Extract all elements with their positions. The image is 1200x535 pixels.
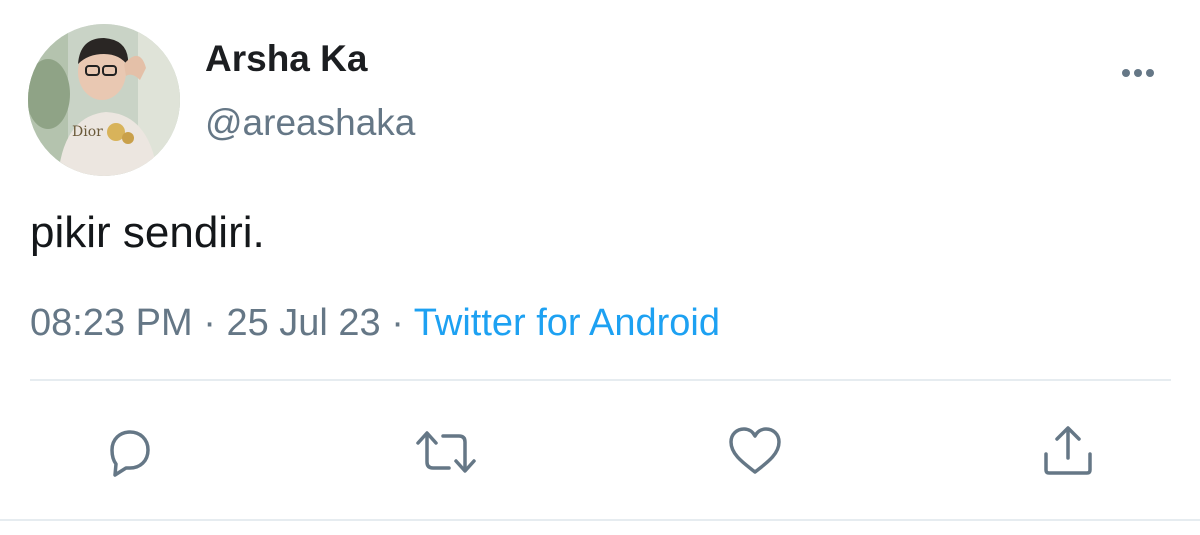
author-handle[interactable]: @areashaka: [205, 102, 415, 144]
share-icon: [1044, 426, 1092, 475]
share-button[interactable]: [1040, 424, 1096, 480]
avatar-image: Dior: [28, 24, 180, 176]
tweet-time: 08:23 PM: [30, 302, 193, 344]
heart-icon: [729, 427, 781, 474]
divider: [30, 379, 1171, 381]
like-button[interactable]: [727, 424, 783, 480]
tweet-meta: 08:23 PM · 25 Jul 23 · Twitter for Andro…: [30, 302, 720, 345]
reply-button[interactable]: [102, 424, 158, 480]
retweet-button[interactable]: [414, 424, 476, 480]
tweet-text: pikir sendiri.: [30, 208, 265, 257]
tweet-source-link[interactable]: Twitter for Android: [414, 302, 720, 344]
meta-separator: ·: [391, 302, 404, 344]
more-button[interactable]: [1110, 58, 1166, 88]
reply-icon: [110, 430, 150, 477]
divider: [0, 519, 1200, 521]
author-name[interactable]: Arsha Ka: [205, 38, 367, 80]
meta-separator: ·: [203, 302, 216, 344]
retweet-icon: [416, 431, 476, 473]
more-horizontal-icon: [1122, 69, 1154, 77]
tweet-date: 25 Jul 23: [226, 302, 381, 344]
svg-text:Dior: Dior: [72, 124, 103, 140]
avatar[interactable]: Dior: [28, 24, 180, 176]
